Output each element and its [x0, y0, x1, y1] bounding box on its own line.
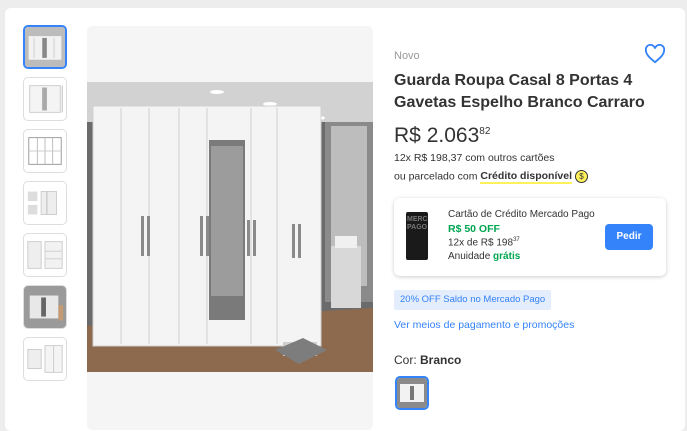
color-value: Branco — [420, 353, 462, 367]
credit-card-installments: 12x de R$ 19837 — [448, 237, 520, 248]
payment-methods-link[interactable]: Ver meios de pagamento e promoções — [394, 319, 574, 331]
main-product-image[interactable] — [87, 26, 373, 430]
card-image-text: MERCADO PAGO — [407, 216, 428, 231]
thumbnail-dimensions[interactable] — [23, 129, 67, 173]
thumbnail-front-view[interactable] — [23, 77, 67, 121]
request-card-button[interactable]: Pedir — [605, 224, 653, 250]
color-label: Cor: Branco — [394, 353, 461, 367]
credit-prefix: ou parcelado com — [394, 170, 481, 183]
condition-label: Novo — [394, 50, 420, 62]
promo-badge: 20% OFF Saldo no Mercado Pago — [394, 290, 552, 310]
thumbnail-internal-layout[interactable] — [23, 181, 67, 225]
annuity-label: Anuidade — [448, 251, 494, 262]
price-cents: 82 — [479, 126, 491, 137]
credit-card-discount: R$ 50 OFF — [448, 223, 500, 235]
price-currency: R$ — [394, 124, 421, 147]
product-price: R$ 2.06382 — [394, 124, 490, 148]
credit-card-installments-cents: 37 — [513, 237, 520, 243]
coin-icon: $ — [574, 170, 588, 183]
thumbnail-gallery — [23, 25, 69, 389]
installments-text: 12x R$ 198,37 com outros cartões — [394, 152, 555, 164]
credit-text: ou parcelado com Crédito disponível $ — [394, 170, 588, 185]
thumbnail-main-photo[interactable] — [23, 25, 67, 69]
credit-card-annuity: Anuidade grátis — [448, 251, 520, 262]
product-title: Guarda Roupa Casal 8 Portas 4 Gavetas Es… — [394, 72, 645, 111]
credit-available-link[interactable]: Crédito disponível — [480, 170, 572, 185]
price-integer: 2.063 — [426, 124, 480, 147]
color-swatch-branco[interactable] — [395, 376, 429, 410]
thumbnail-internal-shelves[interactable] — [23, 233, 67, 277]
thumbnail-room-photo[interactable] — [23, 285, 67, 329]
credit-card-installments-prefix: 12x de R$ 198 — [448, 237, 514, 249]
color-label-prefix: Cor: — [394, 353, 421, 367]
thumbnail-drawer-detail[interactable] — [23, 337, 67, 381]
card-icon: MERCADO PAGO — [406, 212, 428, 260]
credit-card-offer: MERCADO PAGO Cartão de Crédito Mercado P… — [394, 198, 666, 276]
credit-card-title: Cartão de Crédito Mercado Pago — [448, 209, 595, 220]
heart-icon[interactable] — [644, 43, 666, 64]
annuity-value: grátis — [493, 251, 521, 262]
